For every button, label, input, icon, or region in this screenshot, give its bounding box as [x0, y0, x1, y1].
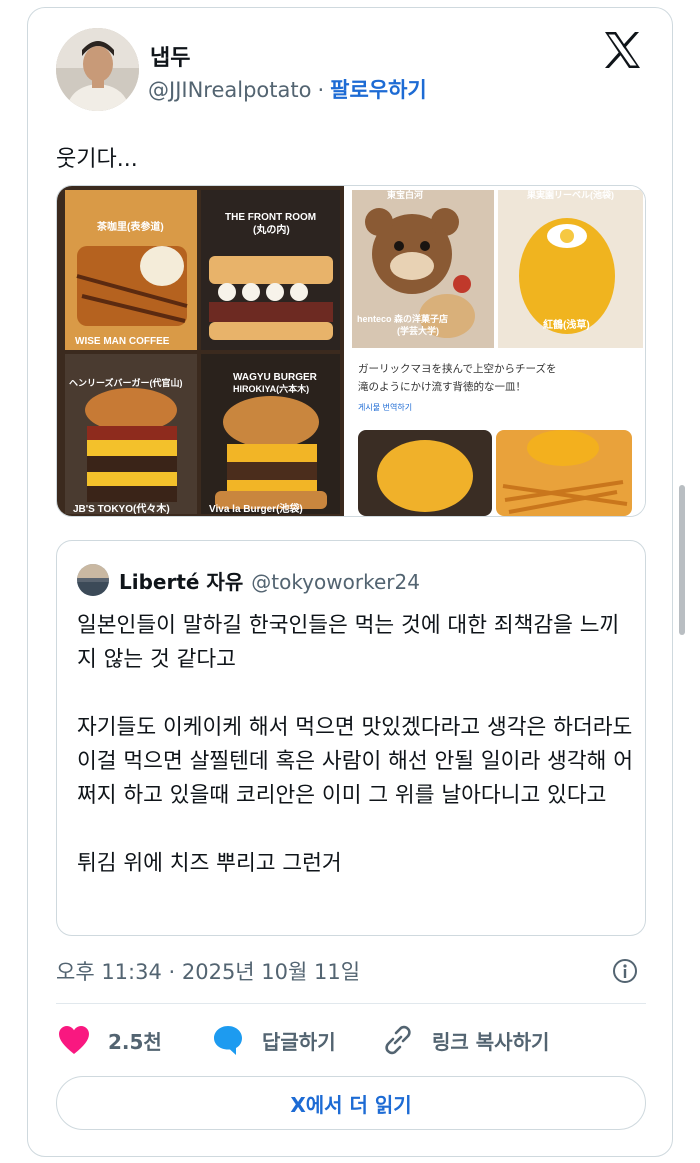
tweet-timestamp[interactable]: 오후 11:34 · 2025년 10월 11일: [56, 956, 360, 986]
food-photo-collage[interactable]: 茶咖里(表参道) THE FRONT ROOM (丸の内) WISE MAN C…: [57, 186, 344, 517]
label-hirokiya: HIROKIYA(六本木): [233, 383, 309, 394]
read-more-button[interactable]: X에서 더 읽기: [56, 1076, 646, 1130]
page-scrollbar[interactable]: [679, 485, 685, 635]
link-icon: [385, 1025, 411, 1055]
author-handle[interactable]: @JJINrealpotato: [148, 78, 311, 102]
label-wagyu: WAGYU BURGER: [233, 372, 318, 383]
label-front-room-sub: (丸の内): [253, 223, 290, 236]
quote-author-name[interactable]: Liberté 자유: [119, 570, 243, 594]
quote-author-row: Liberté 자유 @tokyoworker24: [119, 566, 420, 595]
author-avatar[interactable]: [56, 28, 139, 111]
copy-link-button[interactable]: 링크 복사하기: [382, 1022, 549, 1058]
label-henteco-sub: (学芸大学): [397, 325, 439, 336]
label-hennry: ヘンリーズバーガー(代官山): [69, 377, 183, 388]
label-jbs: JB'S TOKYO(代々木): [73, 502, 170, 515]
quote-author-handle[interactable]: @tokyoworker24: [251, 570, 420, 594]
tweet-card: 냅두 @JJINrealpotato · 팔로우하기 웃기다... 茶咖里(表参…: [27, 7, 673, 1157]
label-top-right-1: 東宝白河: [387, 189, 423, 200]
footer-divider: [56, 1003, 646, 1004]
quote-paragraph-2: 자기들도 이케이케 해서 먹으면 맛있겠다라고 생각은 하더라도 이걸 먹으면 …: [77, 715, 634, 808]
label-top-right-2: 果実園リーベル(池袋): [526, 189, 614, 200]
info-icon[interactable]: [612, 958, 638, 984]
like-count: 2.5천: [108, 1029, 162, 1054]
follow-button[interactable]: 팔로우하기: [330, 78, 427, 102]
speech-bubble-icon: [214, 1026, 242, 1055]
label-henteco: henteco 森の洋菓子店: [357, 313, 448, 324]
label-kokaku: 紅鶴(浅草): [543, 318, 590, 331]
x-logo-icon[interactable]: [602, 30, 642, 70]
quote-body: 일본인들이 말하길 한국인들은 먹는 것에 대한 죄책감을 느끼지 않는 것 같…: [77, 609, 637, 881]
reply-label: 답글하기: [262, 1029, 336, 1054]
media-caption-line2: 滝のようにかけ流す背徳的な一皿！: [358, 380, 526, 393]
screenshot-collage[interactable]: 東宝白河 果実園リーベル(池袋) henteco 森の洋菓子店 (学芸大学) 紅…: [348, 186, 646, 517]
quote-author-avatar[interactable]: [77, 564, 109, 596]
author-display-name[interactable]: 냅두: [150, 40, 190, 72]
label-cafe1: 茶咖里(表参道): [96, 220, 164, 233]
tweet-text: 웃기다...: [56, 147, 138, 172]
label-viva: Viva la Burger(池袋): [209, 502, 303, 515]
quote-paragraph-3: 튀김 위에 치즈 뿌리고 그런거: [77, 851, 342, 876]
like-button[interactable]: 2.5천: [58, 1022, 162, 1058]
tweet-media[interactable]: 茶咖里(表参道) THE FRONT ROOM (丸の内) WISE MAN C…: [56, 185, 646, 517]
label-front-room: THE FRONT ROOM: [225, 212, 316, 223]
quote-paragraph-1: 일본인들이 말하길 한국인들은 먹는 것에 대한 죄책감을 느끼지 않는 것 같…: [77, 613, 620, 672]
quoted-tweet[interactable]: Liberté 자유 @tokyoworker24 일본인들이 말하길 한국인들은…: [56, 540, 646, 936]
reply-button[interactable]: 답글하기: [212, 1022, 336, 1058]
media-translate-link: 게시물 번역하기: [358, 402, 412, 412]
author-handle-row: @JJINrealpotato · 팔로우하기: [148, 74, 427, 104]
label-wise-man: WISE MAN COFFEE: [75, 336, 170, 347]
handle-separator: ·: [317, 78, 325, 102]
heart-icon: [59, 1026, 89, 1054]
copy-link-label: 링크 복사하기: [432, 1029, 550, 1054]
media-caption-line1: ガーリックマヨを挟んで上空からチーズを: [358, 362, 556, 375]
